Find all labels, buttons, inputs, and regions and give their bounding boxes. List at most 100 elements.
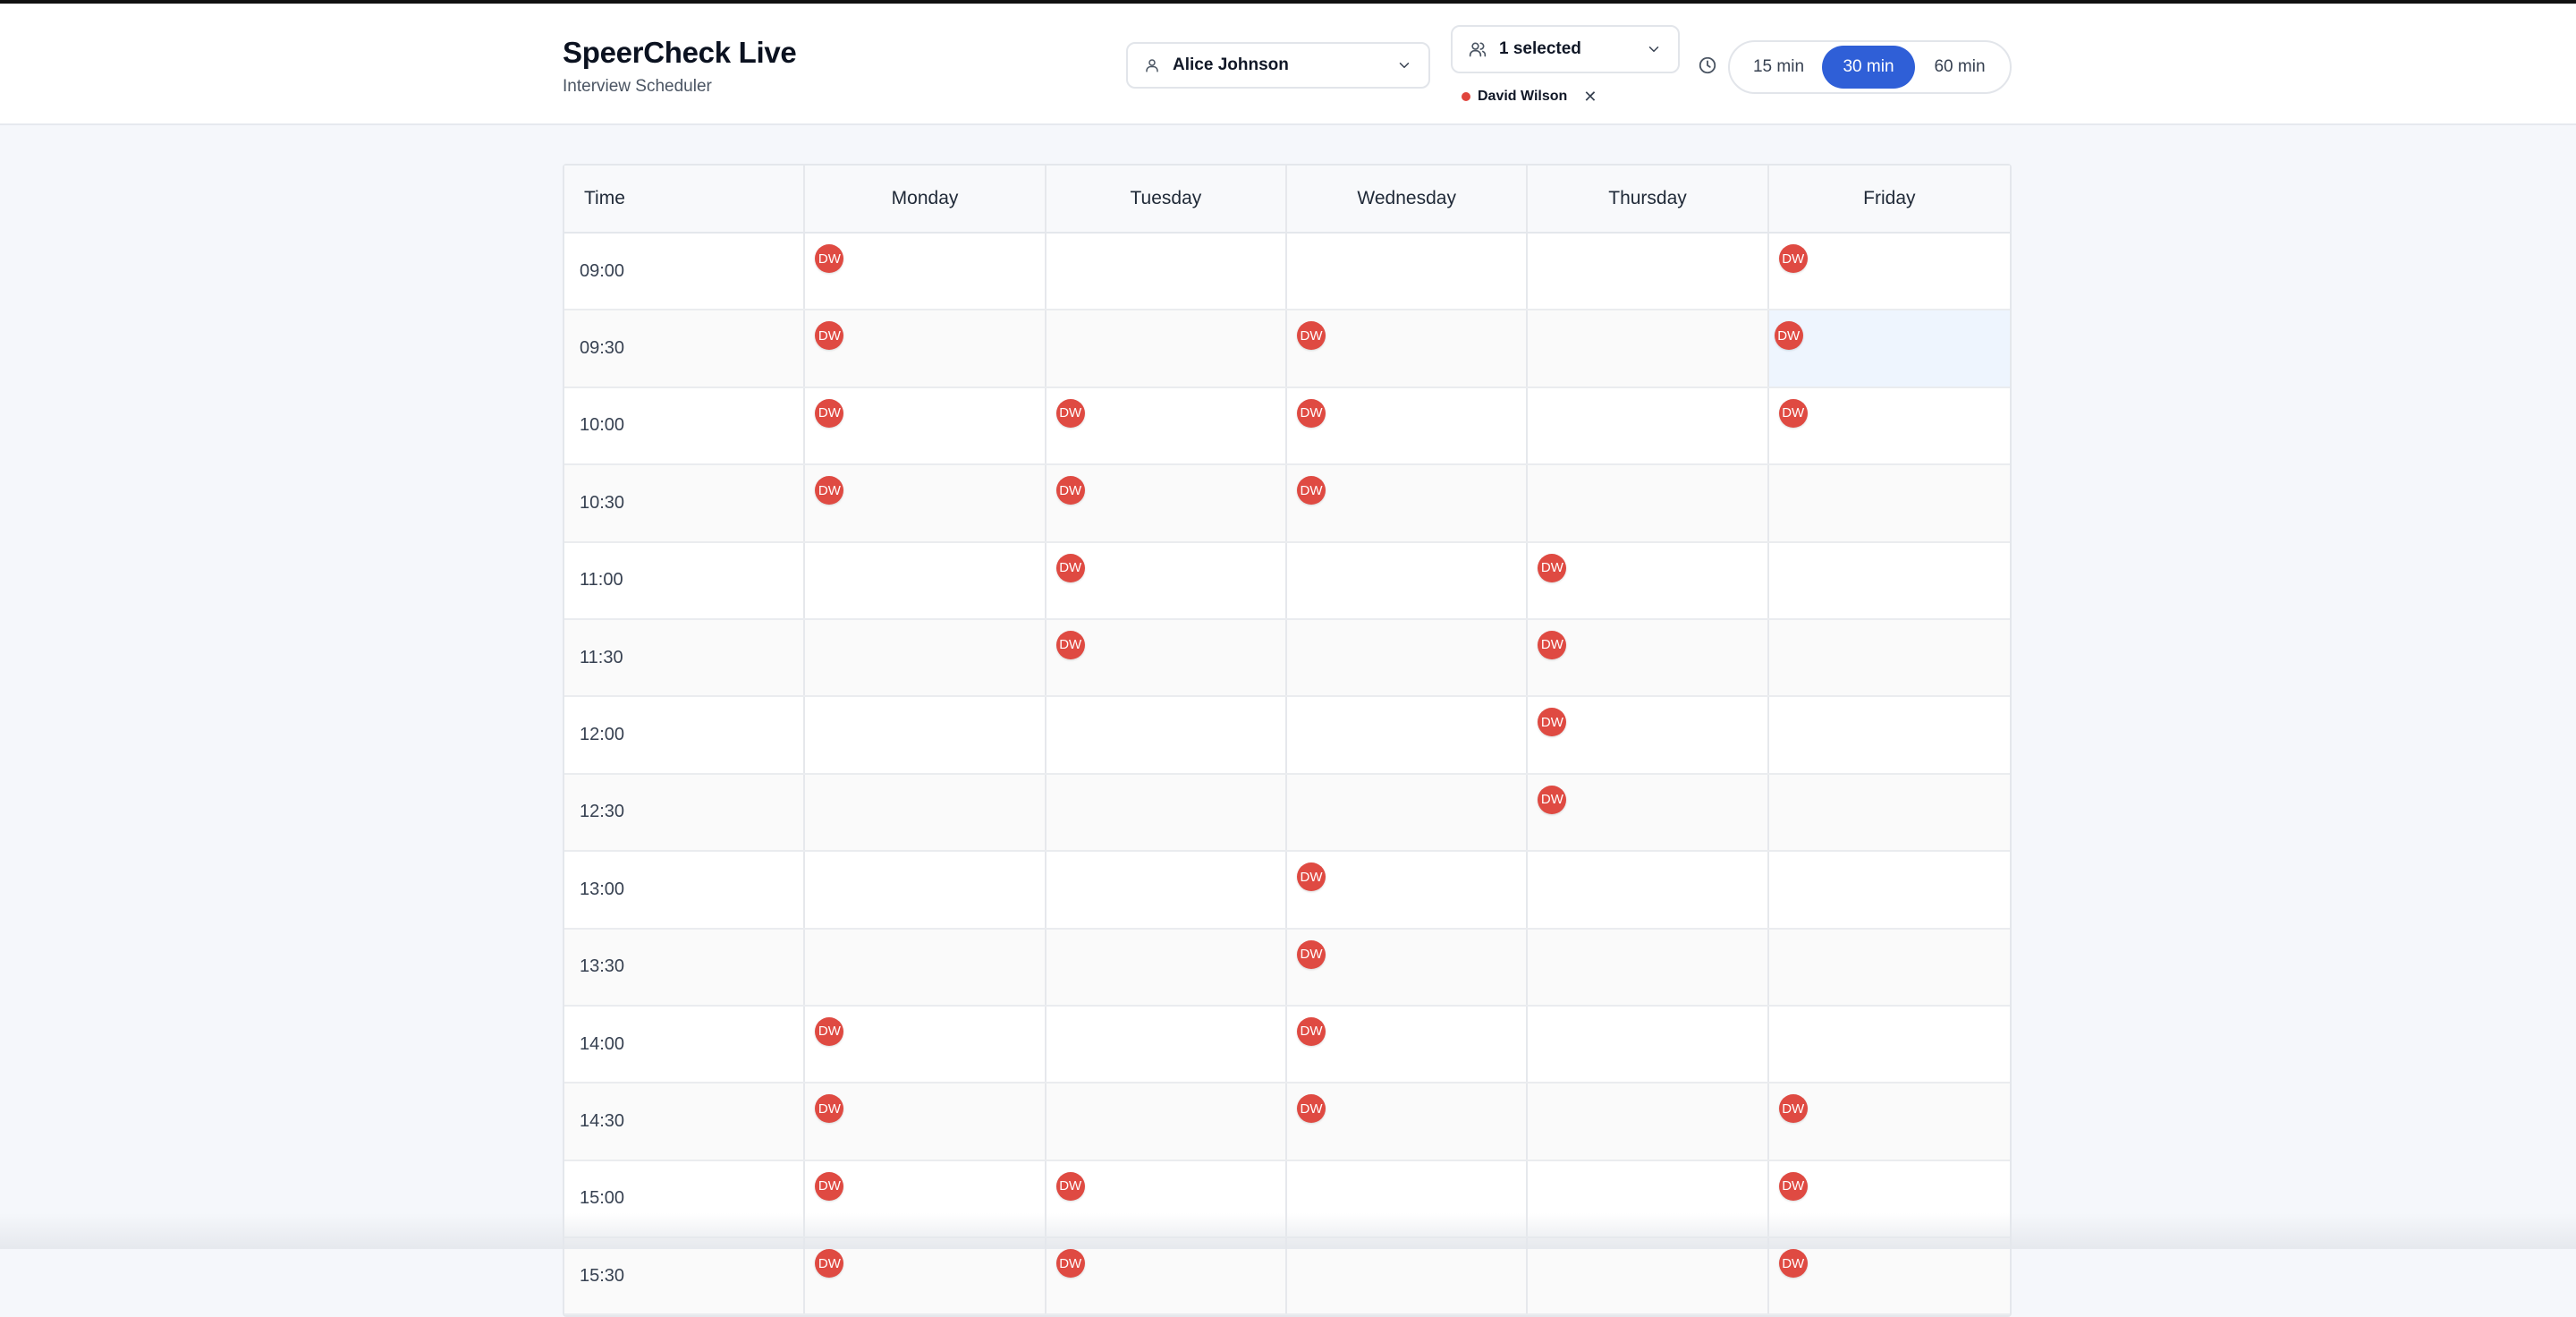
- time-slot-friday[interactable]: DW: [1769, 1161, 2010, 1236]
- time-slot-thursday[interactable]: DW: [1528, 619, 1769, 696]
- candidate-avatar-badge[interactable]: DW: [815, 1249, 844, 1279]
- time-slot-wednesday[interactable]: DW: [1287, 929, 1529, 1005]
- time-slot-friday[interactable]: [1769, 543, 2010, 618]
- time-slot-friday[interactable]: DW: [1769, 388, 2010, 463]
- candidate-avatar-badge[interactable]: DW: [1538, 708, 1567, 737]
- time-slot-tuesday[interactable]: DW: [1046, 1238, 1288, 1314]
- time-slot-monday[interactable]: DW: [805, 465, 1046, 541]
- time-slot-monday[interactable]: DW: [805, 1083, 1046, 1160]
- candidate-avatar-badge[interactable]: DW: [1055, 553, 1085, 582]
- interviewer-select[interactable]: Alice Johnson: [1126, 42, 1430, 89]
- time-slot-friday[interactable]: [1769, 620, 2010, 695]
- time-slot-wednesday[interactable]: [1287, 542, 1529, 618]
- time-slot-tuesday[interactable]: [1046, 1083, 1288, 1160]
- time-slot-tuesday[interactable]: DW: [1046, 1160, 1288, 1237]
- time-slot-monday[interactable]: [805, 619, 1046, 696]
- candidate-avatar-badge[interactable]: DW: [1778, 1249, 1808, 1279]
- candidate-select[interactable]: 1 selected: [1451, 25, 1680, 73]
- time-slot-friday[interactable]: [1769, 852, 2010, 927]
- time-slot-thursday[interactable]: DW: [1528, 697, 1769, 773]
- time-slot-wednesday[interactable]: DW: [1287, 1006, 1529, 1083]
- time-slot-wednesday[interactable]: [1287, 697, 1529, 773]
- time-slot-wednesday[interactable]: DW: [1287, 852, 1529, 928]
- time-slot-tuesday[interactable]: [1046, 234, 1288, 310]
- time-slot-thursday[interactable]: [1528, 929, 1769, 1005]
- candidate-avatar-badge[interactable]: DW: [1297, 1094, 1326, 1124]
- time-slot-friday[interactable]: [1769, 775, 2010, 850]
- candidate-avatar-badge[interactable]: DW: [1538, 785, 1567, 814]
- time-slot-monday[interactable]: [805, 697, 1046, 773]
- time-slot-wednesday[interactable]: [1287, 619, 1529, 696]
- time-slot-friday[interactable]: DW: [1769, 1083, 2010, 1159]
- time-slot-tuesday[interactable]: DW: [1046, 619, 1288, 696]
- candidate-avatar-badge[interactable]: DW: [1774, 321, 1803, 351]
- time-slot-thursday[interactable]: [1528, 387, 1769, 464]
- time-slot-tuesday[interactable]: DW: [1046, 542, 1288, 618]
- time-slot-thursday[interactable]: DW: [1528, 774, 1769, 851]
- time-slot-friday[interactable]: DW: [1769, 1238, 2010, 1313]
- time-slot-wednesday[interactable]: DW: [1287, 465, 1529, 541]
- duration-60-button[interactable]: 60 min: [1915, 46, 2004, 89]
- time-slot-monday[interactable]: DW: [805, 1160, 1046, 1237]
- candidate-avatar-badge[interactable]: DW: [1055, 1249, 1085, 1279]
- time-slot-monday[interactable]: DW: [805, 310, 1046, 387]
- time-slot-monday[interactable]: [805, 852, 1046, 928]
- candidate-avatar-badge[interactable]: DW: [815, 321, 844, 351]
- time-slot-thursday[interactable]: [1528, 465, 1769, 541]
- candidate-avatar-badge[interactable]: DW: [1297, 476, 1326, 506]
- time-slot-wednesday[interactable]: DW: [1287, 387, 1529, 464]
- time-slot-thursday[interactable]: [1528, 1006, 1769, 1083]
- duration-30-button[interactable]: 30 min: [1822, 46, 1915, 89]
- candidate-avatar-badge[interactable]: DW: [1778, 398, 1808, 428]
- candidate-avatar-badge[interactable]: DW: [1055, 630, 1085, 659]
- candidate-avatar-badge[interactable]: DW: [1055, 1171, 1085, 1201]
- candidate-avatar-badge[interactable]: DW: [1297, 398, 1326, 428]
- time-slot-friday[interactable]: [1769, 930, 2010, 1005]
- time-slot-monday[interactable]: DW: [805, 234, 1046, 310]
- time-slot-thursday[interactable]: [1528, 1083, 1769, 1160]
- candidate-avatar-badge[interactable]: DW: [815, 1016, 844, 1046]
- time-slot-wednesday[interactable]: [1287, 1160, 1529, 1237]
- time-slot-monday[interactable]: DW: [805, 1006, 1046, 1083]
- time-slot-monday[interactable]: [805, 542, 1046, 618]
- candidate-avatar-badge[interactable]: DW: [815, 244, 844, 273]
- time-slot-tuesday[interactable]: DW: [1046, 465, 1288, 541]
- candidate-avatar-badge[interactable]: DW: [1297, 1016, 1326, 1046]
- time-slot-wednesday[interactable]: DW: [1287, 1083, 1529, 1160]
- time-slot-tuesday[interactable]: DW: [1046, 387, 1288, 464]
- candidate-avatar-badge[interactable]: DW: [1055, 398, 1085, 428]
- candidate-avatar-badge[interactable]: DW: [1538, 553, 1567, 582]
- time-slot-friday[interactable]: DW: [1768, 310, 2011, 387]
- remove-candidate-close-icon[interactable]: ✕: [1583, 88, 1597, 106]
- time-slot-tuesday[interactable]: [1046, 697, 1288, 773]
- time-slot-friday[interactable]: DW: [1769, 234, 2010, 309]
- time-slot-wednesday[interactable]: [1287, 774, 1529, 851]
- candidate-avatar-badge[interactable]: DW: [1778, 1094, 1808, 1124]
- time-slot-monday[interactable]: [805, 929, 1046, 1005]
- time-slot-friday[interactable]: [1769, 465, 2010, 540]
- candidate-avatar-badge[interactable]: DW: [1297, 862, 1326, 892]
- candidate-avatar-badge[interactable]: DW: [815, 476, 844, 506]
- time-slot-tuesday[interactable]: [1046, 1006, 1288, 1083]
- candidate-avatar-badge[interactable]: DW: [1778, 244, 1808, 273]
- time-slot-thursday[interactable]: [1528, 234, 1769, 310]
- time-slot-monday[interactable]: DW: [805, 1238, 1046, 1314]
- candidate-avatar-badge[interactable]: DW: [1297, 321, 1326, 351]
- time-slot-tuesday[interactable]: [1046, 929, 1288, 1005]
- time-slot-wednesday[interactable]: [1287, 1238, 1529, 1314]
- time-slot-thursday[interactable]: [1528, 1160, 1769, 1237]
- time-slot-friday[interactable]: [1769, 697, 2010, 772]
- candidate-avatar-badge[interactable]: DW: [815, 1171, 844, 1201]
- candidate-avatar-badge[interactable]: DW: [1055, 476, 1085, 506]
- time-slot-friday[interactable]: [1769, 1007, 2010, 1082]
- candidate-avatar-badge[interactable]: DW: [1297, 939, 1326, 969]
- time-slot-thursday[interactable]: DW: [1528, 542, 1769, 618]
- time-slot-tuesday[interactable]: [1046, 852, 1288, 928]
- time-slot-thursday[interactable]: [1528, 852, 1769, 928]
- time-slot-thursday[interactable]: [1528, 310, 1769, 387]
- time-slot-tuesday[interactable]: [1046, 774, 1288, 851]
- candidate-avatar-badge[interactable]: DW: [1778, 1171, 1808, 1201]
- time-slot-tuesday[interactable]: [1046, 310, 1288, 387]
- duration-15-button[interactable]: 15 min: [1735, 46, 1822, 89]
- time-slot-monday[interactable]: DW: [805, 387, 1046, 464]
